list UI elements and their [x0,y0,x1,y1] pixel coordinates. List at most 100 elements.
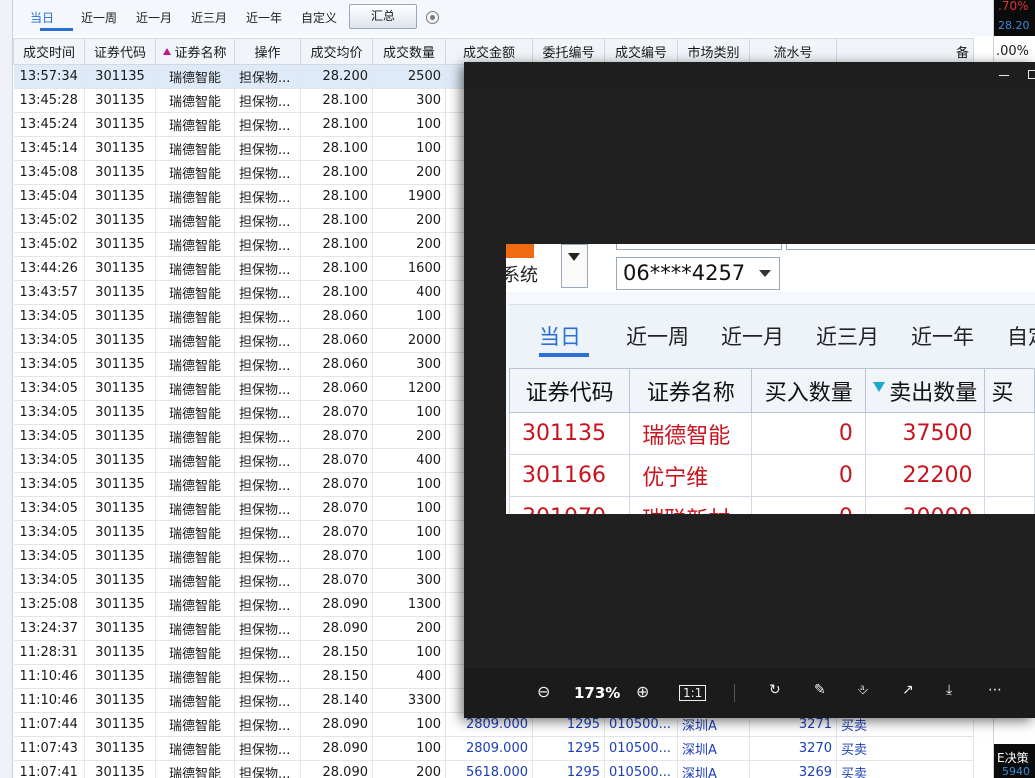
cell-security-code: 301135 [84,64,156,89]
table-header-row: 成交时间 证券代码 证券名称 操作 成交均价 成交数量 成交金额 委托编号 成交… [13,38,974,65]
cell-security-name: 瑞德智能 [155,352,235,377]
cell-operation: 担保物... [234,88,301,113]
zoomed-cell: 301135 [508,412,631,455]
cell-avg-price: 28.090 [300,616,373,641]
cell-avg-price: 28.150 [300,664,373,689]
maximize-icon[interactable] [1028,70,1035,79]
col-order-no[interactable]: 委托编号 [532,38,605,65]
col-remark[interactable]: 备 [836,38,974,65]
cell-operation: 担保物... [234,568,301,593]
actual-size-icon[interactable]: 1:1 [679,685,707,701]
col-amount[interactable]: 成交金额 [445,38,533,65]
zoomed-active-tab-indicator [539,353,589,357]
cell-trade-time: 13:45:02 [13,232,85,257]
tab-last-month[interactable]: 近一月 [136,9,172,26]
cell-security-code: 301135 [84,352,156,377]
cell-quantity: 400 [372,448,446,473]
cell-trade-time: 11:10:46 [13,664,85,689]
cell-security-name: 瑞德智能 [155,328,235,353]
cell-operation: 担保物... [234,760,301,778]
cell-security-name: 瑞德智能 [155,520,235,545]
col-trade-time[interactable]: 成交时间 [13,38,85,65]
cell-quantity: 200 [372,424,446,449]
col-operation[interactable]: 操作 [234,38,301,65]
cell-operation: 担保物... [234,448,301,473]
col-market[interactable]: 市场类别 [677,38,750,65]
col-security-name[interactable]: 证券名称 [155,38,235,65]
col-avg-price[interactable]: 成交均价 [300,38,373,65]
zoomed-tab-bar: 当日 近一周 近一月 近三月 近一年 自定 [509,304,1035,368]
cell-operation: 担保物... [234,376,301,401]
cell-quantity: 300 [372,352,446,377]
cell-avg-price: 28.070 [300,568,373,593]
cell-security-code: 301135 [84,208,156,233]
cell-avg-price: 28.070 [300,520,373,545]
zoomed-header: 系统 06****4257 [506,244,1035,292]
cell-quantity: 400 [372,280,446,305]
decision-value: 5940 [1002,765,1030,778]
share-icon[interactable]: ↗ [902,682,914,698]
col-security-name-label: 证券名称 [174,46,227,61]
quote-change-pct: .70% [998,0,1029,13]
col-security-code[interactable]: 证券代码 [84,38,156,65]
col-trade-no[interactable]: 成交编号 [604,38,678,65]
login-field-2 [786,244,1035,250]
zoomed-col-sell-qty: 卖出数量 [864,368,986,413]
cell-operation: 担保物... [234,328,301,353]
col-quantity[interactable]: 成交数量 [372,38,446,65]
settings-icon[interactable] [426,11,439,24]
zoomed-tab-last-year: 近一年 [911,325,974,349]
zoomed-cell [984,454,1035,497]
zoomed-cell: 0 [751,412,866,455]
cell-operation: 担保物... [234,64,301,89]
edit-icon[interactable]: ✎ [814,682,826,698]
chevron-down-icon [561,244,588,288]
cell-security-name: 瑞德智能 [155,448,235,473]
cell-security-code: 301135 [84,184,156,209]
table-row[interactable]: 11:07:41 301135 瑞德智能 担保物... 28.090 200 5618.00… [13,760,974,778]
cell-security-code: 301135 [84,616,156,641]
download-icon[interactable]: ⤓ [946,682,952,698]
cell-quantity: 100 [372,640,446,665]
cell-quantity: 1200 [372,376,446,401]
cell-operation: 担保物... [234,664,301,689]
cell-avg-price: 28.100 [300,232,373,257]
tab-last-year[interactable]: 近一年 [246,9,282,26]
tab-last-week[interactable]: 近一周 [81,9,117,26]
text-recognition-icon[interactable]: ⎀ [857,682,868,698]
cell-trade-time: 13:25:08 [13,592,85,617]
col-serial-no[interactable]: 流水号 [749,38,837,65]
rotate-icon[interactable]: ↻ [769,682,781,698]
more-options-icon[interactable]: ⋯ [988,682,1002,698]
cell-trade-time: 13:34:05 [13,328,85,353]
chevron-down-icon [759,270,771,277]
minimize-icon[interactable] [999,75,1009,76]
cell-operation: 担保物... [234,352,301,377]
cell-security-code: 301135 [84,88,156,113]
cell-avg-price: 28.140 [300,688,373,713]
cell-trade-time: 13:44:26 [13,256,85,281]
cell-security-name: 瑞德智能 [155,304,235,329]
tab-last-three-months[interactable]: 近三月 [191,9,227,26]
cell-security-name: 瑞德智能 [155,112,235,137]
cell-operation: 担保物... [234,472,301,497]
cell-security-code: 301135 [84,256,156,281]
zoom-in-icon[interactable]: ⊕ [636,682,649,701]
summary-button[interactable]: 汇总 [349,4,417,29]
cell-operation: 担保物... [234,688,301,713]
decision-label: E决策 [997,751,1029,765]
cell-security-name: 瑞德智能 [155,688,235,713]
cell-quantity: 100 [372,472,446,497]
zoomed-tab-custom: 自定 [1007,325,1035,349]
table-row[interactable]: 11:07:43 301135 瑞德智能 担保物... 28.090 100 2809.00… [13,736,974,761]
cell-security-name: 瑞德智能 [155,64,235,89]
zoom-out-icon[interactable]: ⊖ [537,682,550,701]
cell-operation: 担保物... [234,184,301,209]
cell-trade-time: 13:45:14 [13,136,85,161]
cell-security-code: 301135 [84,328,156,353]
cell-trade-time: 13:34:05 [13,400,85,425]
tab-today[interactable]: 当日 [30,9,54,26]
cell-avg-price: 28.100 [300,280,373,305]
tab-custom[interactable]: 自定义 [301,9,337,26]
cell-quantity: 300 [372,568,446,593]
